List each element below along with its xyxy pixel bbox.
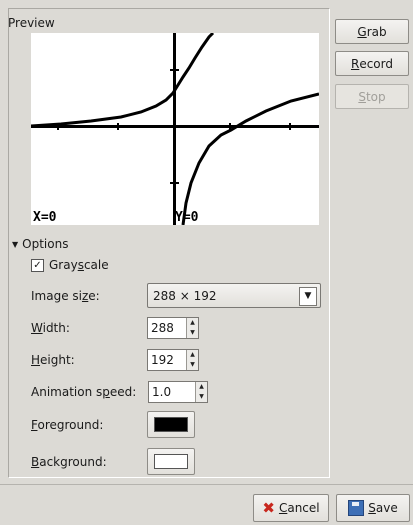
x-readout: X=0 (33, 210, 57, 225)
graph-plot: X=0 Y=0 (30, 31, 320, 226)
y-tick (170, 69, 179, 71)
floppy-disk-icon (348, 500, 365, 516)
dropdown-arrow-icon: ▼ (299, 287, 317, 306)
chevron-down-icon: ▼ (12, 239, 19, 249)
width-spinbox[interactable]: 288 ▲ ▼ (147, 317, 199, 339)
foreground-color-swatch (154, 417, 188, 432)
spin-up-icon: ▲ (199, 383, 204, 390)
record-button[interactable]: Record (335, 51, 409, 76)
calculator-screen-preview: X=0 Y=0 (30, 31, 320, 226)
spin-down-icon: ▼ (190, 361, 195, 368)
spin-up-icon: ▲ (190, 351, 195, 358)
height-spinbox[interactable]: 192 ▲ ▼ (147, 349, 199, 371)
x-tick (117, 123, 119, 130)
spin-down-icon: ▼ (199, 393, 204, 400)
options-expander[interactable]: ▼ Options (12, 237, 68, 251)
curve-right (181, 92, 320, 226)
x-tick (289, 123, 291, 130)
y-tick (170, 182, 179, 184)
background-color-button[interactable] (147, 448, 195, 475)
y-readout: Y=0 (175, 210, 199, 225)
stop-button[interactable]: Stop (335, 84, 409, 109)
grab-button[interactable]: Grab (335, 19, 409, 44)
animation-speed-spinbox[interactable]: 1.0 ▲ ▼ (148, 381, 208, 403)
save-button[interactable]: Save (336, 494, 410, 522)
width-label: Width: (31, 321, 70, 335)
foreground-label: Foreground: (31, 418, 104, 432)
grayscale-checkbox[interactable]: ✓ Grayscale (31, 258, 109, 272)
spin-arrows[interactable]: ▲ ▼ (186, 318, 198, 338)
grayscale-label: Grayscale (49, 258, 109, 272)
height-label: Height: (31, 353, 75, 367)
footer-divider (0, 484, 413, 485)
cancel-button[interactable]: ✖ Cancel (253, 494, 329, 522)
spin-up-icon: ▲ (190, 319, 195, 326)
curve-left (30, 31, 215, 128)
foreground-color-button[interactable] (147, 411, 195, 438)
background-color-swatch (154, 454, 188, 469)
spin-arrows[interactable]: ▲ ▼ (186, 350, 198, 370)
spin-arrows[interactable]: ▲ ▼ (195, 382, 207, 402)
spin-down-icon: ▼ (190, 329, 195, 336)
animation-speed-label: Animation speed: (31, 385, 137, 399)
background-label: Background: (31, 455, 107, 469)
image-size-select[interactable]: 288 × 192 ▼ (147, 283, 321, 308)
preview-title: Preview (8, 16, 55, 30)
image-size-label: Image size: (31, 289, 100, 303)
cancel-x-icon: ✖ (262, 499, 275, 517)
checkbox-checked-icon: ✓ (31, 258, 44, 272)
y-axis (173, 33, 176, 225)
